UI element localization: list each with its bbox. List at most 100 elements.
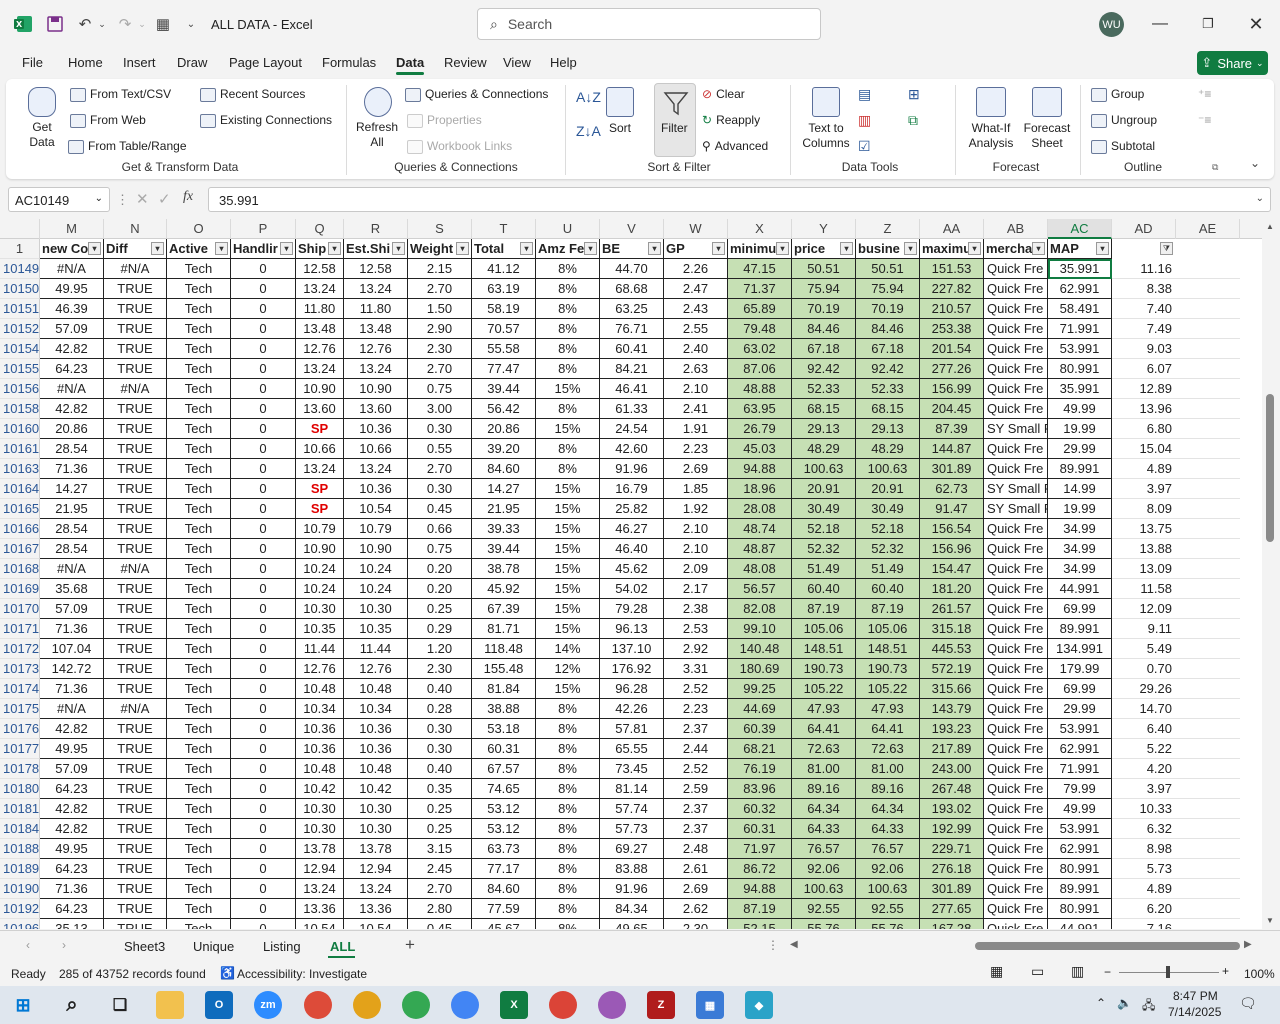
- row-number[interactable]: 10176: [0, 719, 40, 739]
- filter-dropdown-icon[interactable]: ▾: [904, 242, 917, 255]
- table-cell[interactable]: 47.93: [856, 699, 920, 719]
- filter-dropdown-icon[interactable]: ▾: [328, 242, 341, 255]
- table-cell[interactable]: 48.29: [792, 439, 856, 459]
- table-cell[interactable]: TRUE: [104, 859, 167, 879]
- table-cell[interactable]: Tech: [167, 319, 231, 339]
- table-cell[interactable]: Quick Fre: [984, 639, 1048, 659]
- table-cell[interactable]: #N/A: [104, 559, 167, 579]
- table-cell[interactable]: 10.48: [344, 679, 408, 699]
- table-cell[interactable]: 2.61: [664, 859, 728, 879]
- table-header-cell[interactable]: mercha ▾: [984, 239, 1048, 259]
- table-cell[interactable]: 70.19: [792, 299, 856, 319]
- save-icon[interactable]: [44, 14, 66, 34]
- table-cell[interactable]: 42.60: [600, 439, 664, 459]
- table-cell[interactable]: 46.40: [600, 539, 664, 559]
- table-cell[interactable]: 190.73: [856, 659, 920, 679]
- table-cell[interactable]: 148.51: [856, 639, 920, 659]
- add-sheet-icon[interactable]: +: [405, 935, 415, 955]
- table-cell[interactable]: 28.08: [728, 499, 792, 519]
- table-cell[interactable]: Quick Fre: [984, 299, 1048, 319]
- table-cell[interactable]: 10.24: [344, 579, 408, 599]
- taskbar-search-icon[interactable]: ⌕: [58, 991, 86, 1019]
- table-cell[interactable]: 0: [231, 659, 296, 679]
- table-cell[interactable]: 2.62: [664, 899, 728, 919]
- table-cell[interactable]: 10.90: [344, 379, 408, 399]
- table-cell[interactable]: 89.16: [856, 779, 920, 799]
- table-cell[interactable]: 10.48: [296, 759, 344, 779]
- table-cell[interactable]: 100.63: [856, 459, 920, 479]
- table-cell[interactable]: 9.11: [1112, 619, 1176, 639]
- table-cell[interactable]: 0: [231, 279, 296, 299]
- table-cell[interactable]: Quick Fre: [984, 359, 1048, 379]
- table-cell[interactable]: 68.15: [792, 399, 856, 419]
- table-header-cell[interactable]: new Co ▾: [40, 239, 104, 259]
- table-cell[interactable]: 81.00: [856, 759, 920, 779]
- table-cell[interactable]: 71.36: [40, 679, 104, 699]
- table-cell[interactable]: 30.49: [792, 499, 856, 519]
- table-cell[interactable]: 0: [231, 799, 296, 819]
- column-header-u[interactable]: U: [536, 219, 600, 239]
- table-cell[interactable]: 2.38: [664, 599, 728, 619]
- table-cell[interactable]: [1176, 599, 1240, 619]
- table-cell[interactable]: Quick Fre: [984, 439, 1048, 459]
- table-cell[interactable]: TRUE: [104, 579, 167, 599]
- table-cell[interactable]: 0: [231, 639, 296, 659]
- table-cell[interactable]: [1176, 899, 1240, 919]
- table-cell[interactable]: 0.30: [408, 739, 472, 759]
- chrome-icon[interactable]: [402, 991, 430, 1019]
- table-cell[interactable]: 5.22: [1112, 739, 1176, 759]
- table-cell[interactable]: Quick Fre: [984, 699, 1048, 719]
- table-cell[interactable]: 2.70: [408, 279, 472, 299]
- table-cell[interactable]: 0.35: [408, 779, 472, 799]
- table-cell[interactable]: 2.10: [664, 519, 728, 539]
- table-cell[interactable]: 53.12: [472, 819, 536, 839]
- table-cell[interactable]: 13.24: [296, 359, 344, 379]
- row-number[interactable]: 10149: [0, 259, 40, 279]
- table-cell[interactable]: 49.99: [1048, 399, 1112, 419]
- table-cell[interactable]: 2.52: [664, 679, 728, 699]
- chrome-icon[interactable]: [304, 991, 332, 1019]
- row-number[interactable]: 10192: [0, 899, 40, 919]
- table-cell[interactable]: 77.17: [472, 859, 536, 879]
- table-cell[interactable]: 10.34: [344, 699, 408, 719]
- scroll-down-icon[interactable]: ▼: [1266, 916, 1274, 925]
- table-cell[interactable]: 81.00: [792, 759, 856, 779]
- table-cell[interactable]: 16.79: [600, 479, 664, 499]
- table-cell[interactable]: 179.99: [1048, 659, 1112, 679]
- table-cell[interactable]: 156.54: [920, 519, 984, 539]
- table-cell[interactable]: 10.30: [296, 819, 344, 839]
- show-detail-icon[interactable]: ⁺≡: [1198, 87, 1211, 101]
- table-cell[interactable]: 52.33: [856, 379, 920, 399]
- table-cell[interactable]: 10.90: [344, 539, 408, 559]
- zoom-out-icon[interactable]: −: [1104, 965, 1111, 979]
- table-cell[interactable]: 69.99: [1048, 599, 1112, 619]
- table-cell[interactable]: 10.35: [296, 619, 344, 639]
- table-cell[interactable]: 12.76: [344, 659, 408, 679]
- vertical-scrollbar[interactable]: ▲ ▼: [1262, 219, 1280, 929]
- table-cell[interactable]: 48.74: [728, 519, 792, 539]
- table-cell[interactable]: 71.36: [40, 619, 104, 639]
- table-cell[interactable]: Quick Fre: [984, 399, 1048, 419]
- row-number[interactable]: 10150: [0, 279, 40, 299]
- table-cell[interactable]: 75.94: [856, 279, 920, 299]
- table-cell[interactable]: 79.99: [1048, 779, 1112, 799]
- table-cell[interactable]: 8%: [536, 819, 600, 839]
- page-layout-view-icon[interactable]: ▭: [1031, 963, 1044, 980]
- table-cell[interactable]: 0: [231, 299, 296, 319]
- table-cell[interactable]: TRUE: [104, 619, 167, 639]
- filter-dropdown-icon[interactable]: ▾: [151, 242, 164, 255]
- sheet-tab-listing[interactable]: Listing: [263, 939, 301, 954]
- table-cell[interactable]: 39.44: [472, 379, 536, 399]
- table-cell[interactable]: 0.75: [408, 539, 472, 559]
- table-cell[interactable]: 14.27: [472, 479, 536, 499]
- table-cell[interactable]: 0.55: [408, 439, 472, 459]
- table-cell[interactable]: 2.53: [664, 619, 728, 639]
- table-cell[interactable]: 10.36: [344, 739, 408, 759]
- table-cell[interactable]: 1.91: [664, 419, 728, 439]
- table-cell[interactable]: Quick Fre: [984, 279, 1048, 299]
- table-cell[interactable]: [1176, 619, 1240, 639]
- table-cell[interactable]: Tech: [167, 799, 231, 819]
- table-cell[interactable]: 25.82: [600, 499, 664, 519]
- table-cell[interactable]: Tech: [167, 279, 231, 299]
- table-cell[interactable]: 79.48: [728, 319, 792, 339]
